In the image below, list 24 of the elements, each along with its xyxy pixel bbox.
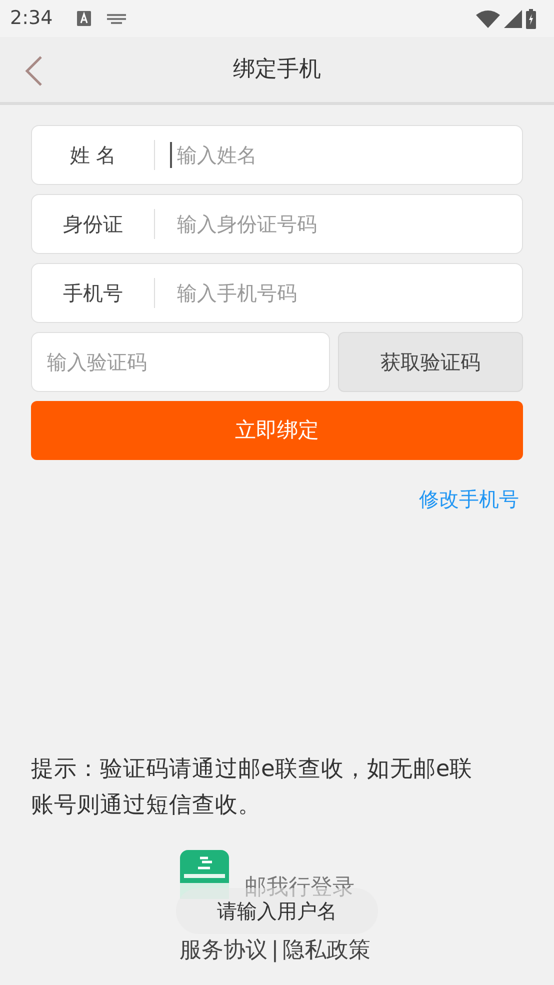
wifi-icon bbox=[476, 10, 500, 28]
back-button[interactable] bbox=[24, 55, 44, 87]
field-label: 身份证 bbox=[32, 209, 155, 239]
keyboard-icon bbox=[106, 14, 126, 24]
field-label: 姓 名 bbox=[32, 140, 155, 170]
get-code-button[interactable]: 获取验证码 bbox=[338, 332, 523, 392]
app-logo-icon bbox=[180, 850, 228, 899]
battery-icon bbox=[526, 8, 536, 28]
footer-link[interactable]: 服务协议 bbox=[179, 934, 268, 967]
code-input-field[interactable]: 输入验证码 bbox=[31, 332, 330, 392]
status-time: 2:34 bbox=[10, 6, 53, 32]
notification-icon bbox=[76, 11, 91, 26]
field-label: 手机号 bbox=[32, 278, 155, 308]
text-input-field[interactable]: 输入手机号码 bbox=[172, 264, 522, 322]
text-input-field[interactable]: 输入姓名 bbox=[172, 126, 522, 184]
page-title: 绑定手机 bbox=[233, 56, 321, 84]
signal-icon bbox=[504, 10, 522, 28]
separator: | bbox=[271, 937, 279, 965]
form-field[interactable]: 身份证 输入身份证号码 bbox=[31, 194, 523, 254]
form-field[interactable]: 手机号 输入手机号码 bbox=[31, 263, 523, 323]
hint-text: 提示：验证码请通过邮e联查收，如无邮e联账号则通过短信查收。 bbox=[30, 755, 474, 820]
text-input-field[interactable]: 输入身份证号码 bbox=[172, 195, 522, 253]
footer-link[interactable]: 隐私政策 bbox=[282, 934, 371, 967]
form-field[interactable]: 姓 名 输入姓名 bbox=[31, 125, 523, 185]
